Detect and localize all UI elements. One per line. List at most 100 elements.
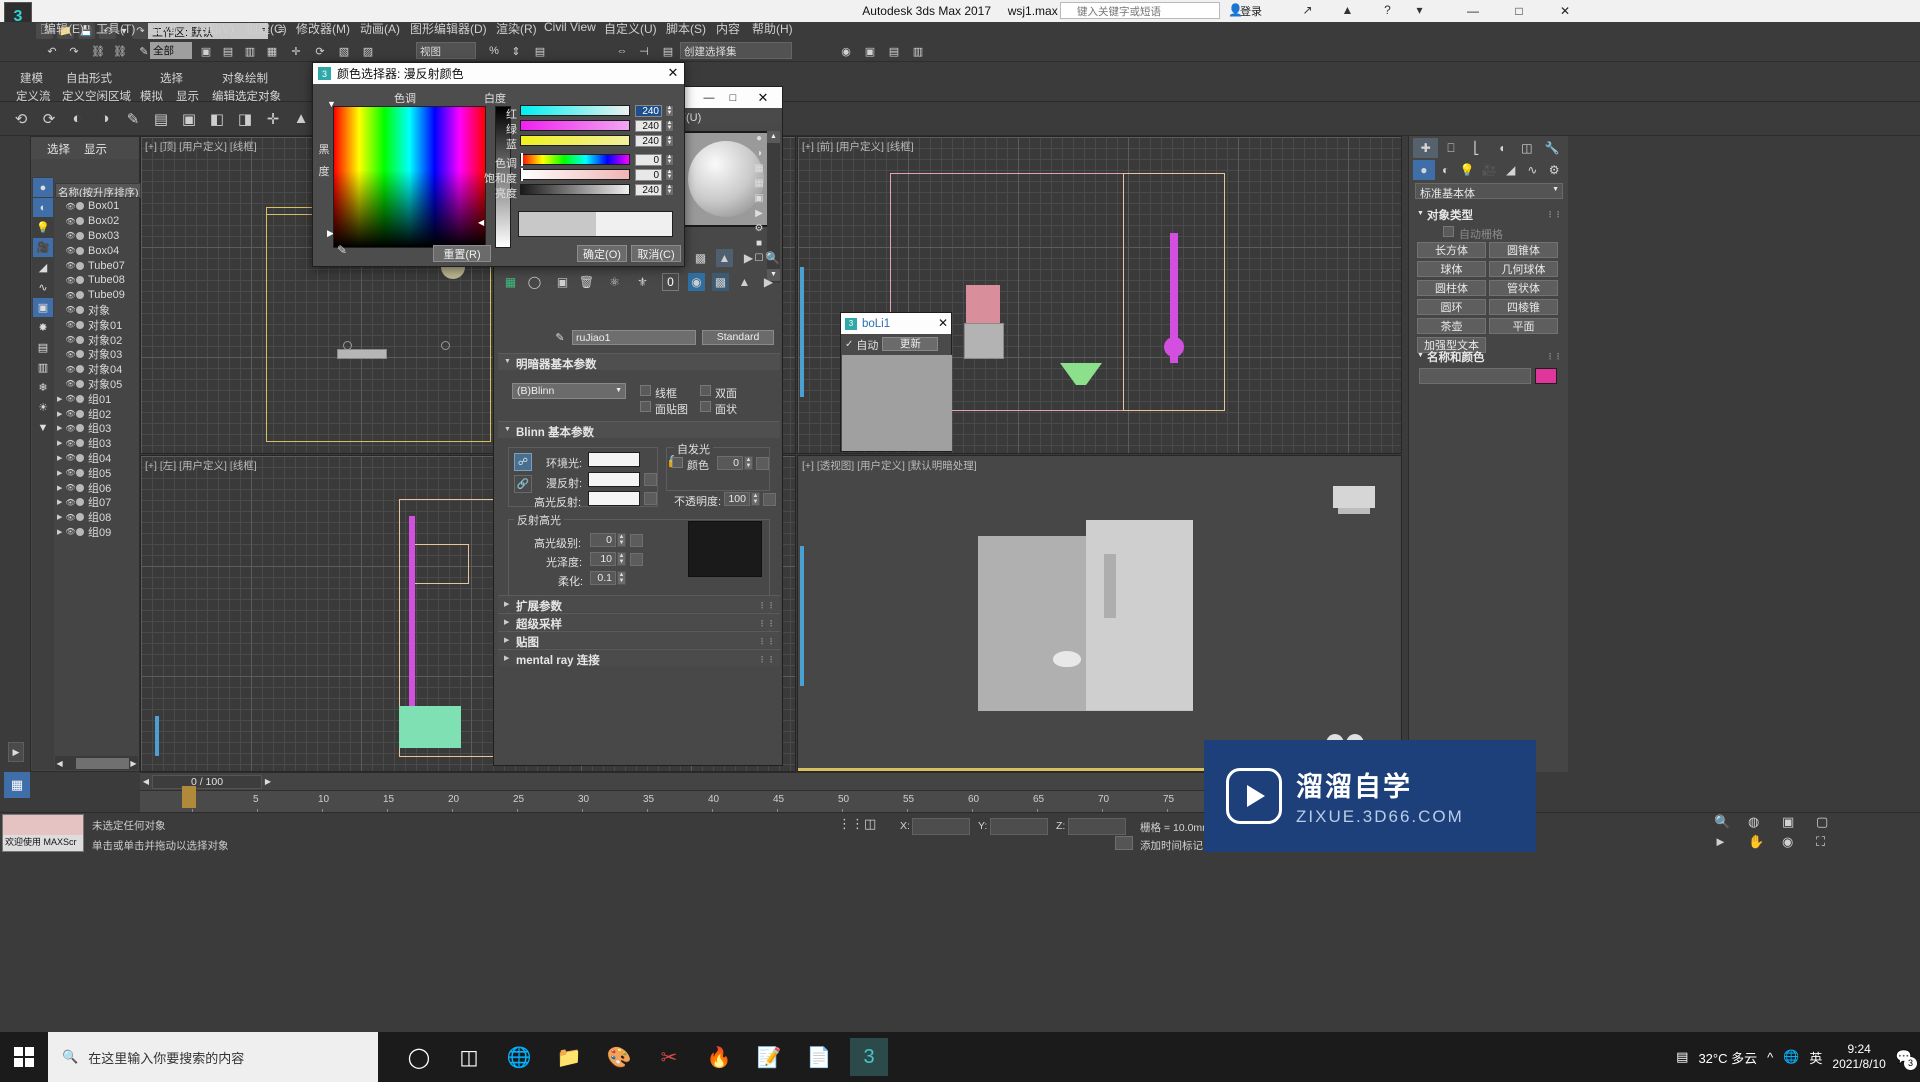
modeling-icon-2[interactable]: ◐	[64, 106, 90, 131]
selfillum-map-button[interactable]	[756, 457, 769, 470]
snip-icon[interactable]: ✂	[650, 1038, 688, 1076]
tab-display-icon[interactable]: ◫	[1514, 138, 1539, 158]
show-end-result-2-icon[interactable]: ▩	[712, 273, 729, 291]
value-input[interactable]: 240	[635, 184, 662, 196]
visibility-icon[interactable]: 👁	[65, 202, 76, 211]
list-item[interactable]: 👁 Tube09	[55, 288, 138, 303]
filter-more-icon[interactable]: ▼	[33, 418, 53, 437]
hue-slider[interactable]	[520, 154, 630, 165]
ribbon-tab-r1-1[interactable]: 自由形式	[66, 70, 112, 86]
visibility-icon[interactable]: 👁	[65, 483, 76, 492]
visibility-icon[interactable]: 👁	[65, 320, 76, 329]
orbit-icon[interactable]: ◉	[1782, 834, 1793, 850]
spec-level-map-button[interactable]	[630, 534, 643, 547]
object-category-dropdown[interactable]: 标准基本体 ▼	[1415, 183, 1563, 200]
modeling-icon-1[interactable]: ⟳	[36, 106, 62, 131]
render-production-icon[interactable]: ▥	[908, 42, 928, 60]
list-item[interactable]: 👁 对象05	[55, 377, 138, 392]
hue-spinner[interactable]: ▲ ▼	[665, 154, 674, 166]
list-item[interactable]: 👁 Tube07	[55, 258, 138, 273]
mirror-icon[interactable]: ⇔	[612, 42, 632, 60]
named-sel-icon[interactable]: ▤	[530, 42, 550, 60]
object-button-2[interactable]: 球体	[1417, 261, 1486, 277]
select-window-icon[interactable]: ▥	[240, 42, 260, 60]
scene-explorer-list[interactable]: 👁 Box01 👁 Box02 👁 Box03 👁 Box04 👁 Tube07 👁 Tube08 👁 T…	[55, 199, 138, 755]
visibility-icon[interactable]: 👁	[65, 305, 76, 314]
temp-library-icon[interactable]: ▣	[554, 273, 571, 291]
rollout-maps-header[interactable]: ▶ 贴图 ⋮⋮	[498, 631, 780, 649]
delete-material-icon[interactable]: 🗑	[578, 273, 595, 291]
track-prev-icon[interactable]: ◀	[140, 777, 152, 786]
background-icon[interactable]: ▦	[752, 161, 766, 176]
viewport-label-front[interactable]: [+] [前] [用户定义] [线框]	[802, 139, 914, 154]
lock-selection-icon[interactable]: ⋮⋮	[838, 816, 864, 832]
visibility-icon[interactable]: 👁	[65, 409, 76, 418]
green-input[interactable]: 240	[635, 120, 662, 132]
select-scale-icon[interactable]: ▧	[334, 42, 354, 60]
saturation-spinner[interactable]: ▲ ▼	[665, 169, 674, 181]
scene-explorer-hscrollbar[interactable]: ◀ ▶	[55, 756, 138, 770]
start-button[interactable]	[0, 1032, 48, 1082]
ime-indicator[interactable]: 英	[1809, 1048, 1822, 1067]
list-item[interactable]: ▶ 👁 组01	[55, 391, 138, 406]
cortana-icon[interactable]: ◯	[400, 1038, 438, 1076]
tab-hierarchy-icon[interactable]: ⎣	[1464, 138, 1489, 158]
z-coord-input[interactable]	[1068, 818, 1126, 835]
material-type-button[interactable]: Standard	[702, 330, 774, 345]
filter-bones-icon[interactable]: ▣	[33, 298, 53, 317]
material-name-input[interactable]: ruJiao1	[572, 330, 696, 345]
menu-item-5[interactable]: 修改器(M)	[296, 20, 350, 37]
visibility-icon[interactable]: 👁	[65, 468, 76, 477]
opacity-spinner[interactable]: ▲ ▼	[751, 492, 760, 506]
selfillum-spinner[interactable]: ▲ ▼	[744, 456, 753, 470]
cancel-button[interactable]: 取消(C)	[631, 245, 681, 262]
boli-close-button[interactable]: ✕	[938, 316, 948, 330]
list-item[interactable]: 👁 Tube08	[55, 273, 138, 288]
spinner-snap-icon[interactable]: ⇕	[506, 42, 526, 60]
unlink-icon[interactable]: ⛓	[110, 42, 130, 60]
taskview-icon[interactable]: ◫	[450, 1038, 488, 1076]
tab-create-icon[interactable]: ✚	[1413, 138, 1439, 158]
show-map-viewport-icon[interactable]: ◉	[688, 273, 705, 291]
help-icon[interactable]: ?	[1380, 3, 1395, 18]
share-icon[interactable]: ↗	[1300, 3, 1315, 18]
glossiness-input[interactable]: 10	[590, 552, 616, 566]
modeling-icon-9[interactable]: ✛	[260, 106, 286, 131]
object-button-8[interactable]: 茶壶	[1417, 318, 1486, 334]
visibility-icon[interactable]: 👁	[65, 246, 76, 255]
exp-toggle-icon[interactable]: ▶	[57, 469, 65, 477]
zoom-extents-icon[interactable]: ▣	[1782, 814, 1794, 830]
menu-item-6[interactable]: 动画(A)	[360, 20, 400, 37]
twosided-checkbox[interactable]	[700, 385, 711, 396]
taskbar-search-box[interactable]: 🔍 在这里输入你要搜索的内容	[48, 1032, 378, 1082]
filter-xref-icon[interactable]: ▥	[33, 358, 53, 377]
tray-expand-icon[interactable]: ^	[1767, 1050, 1773, 1065]
visibility-icon[interactable]: 👁	[65, 379, 76, 388]
opacity-value-input[interactable]: 100	[724, 492, 750, 506]
object-name-input[interactable]	[1419, 368, 1531, 384]
exp-toggle-icon[interactable]: ▶	[57, 395, 65, 403]
weather-text[interactable]: 32°C 多云	[1698, 1048, 1757, 1067]
menu-item-13[interactable]: 帮助(H)	[752, 20, 793, 37]
chevron-down-icon[interactable]: ▾	[1412, 3, 1427, 18]
blue-input[interactable]: 240	[635, 135, 662, 147]
undo-icon[interactable]: ↶	[42, 42, 62, 60]
saturation-input[interactable]: 0	[635, 169, 662, 181]
object-button-9[interactable]: 平面	[1489, 318, 1558, 334]
facemap-checkbox[interactable]	[640, 401, 651, 412]
material-id-0-icon[interactable]: 0	[662, 273, 679, 291]
frame-counter[interactable]: 0 / 100	[152, 774, 262, 789]
object-button-4[interactable]: 圆柱体	[1417, 280, 1486, 296]
menu-item-7[interactable]: 图形编辑器(D)	[410, 20, 487, 37]
subtab-geometry-icon[interactable]: ●	[1413, 160, 1435, 180]
diffuse-specular-lock-icon[interactable]: 🔗	[514, 475, 532, 493]
modeling-icon-6[interactable]: ▣	[176, 106, 202, 131]
wps-icon[interactable]: 📄	[800, 1038, 838, 1076]
scroll-left-icon[interactable]: ◀	[55, 759, 64, 768]
boli-update-button[interactable]: 更新	[882, 337, 939, 351]
viewport-label-top[interactable]: [+] [顶] [用户定义] [线框]	[145, 139, 257, 154]
layer-icon[interactable]: ▤	[658, 42, 678, 60]
viewport-label-persp[interactable]: [+] [透视图] [用户定义] [默认明暗处理]	[802, 458, 977, 473]
go-to-parent-icon[interactable]: ▲	[716, 249, 733, 267]
visibility-icon[interactable]: 👁	[65, 365, 76, 374]
